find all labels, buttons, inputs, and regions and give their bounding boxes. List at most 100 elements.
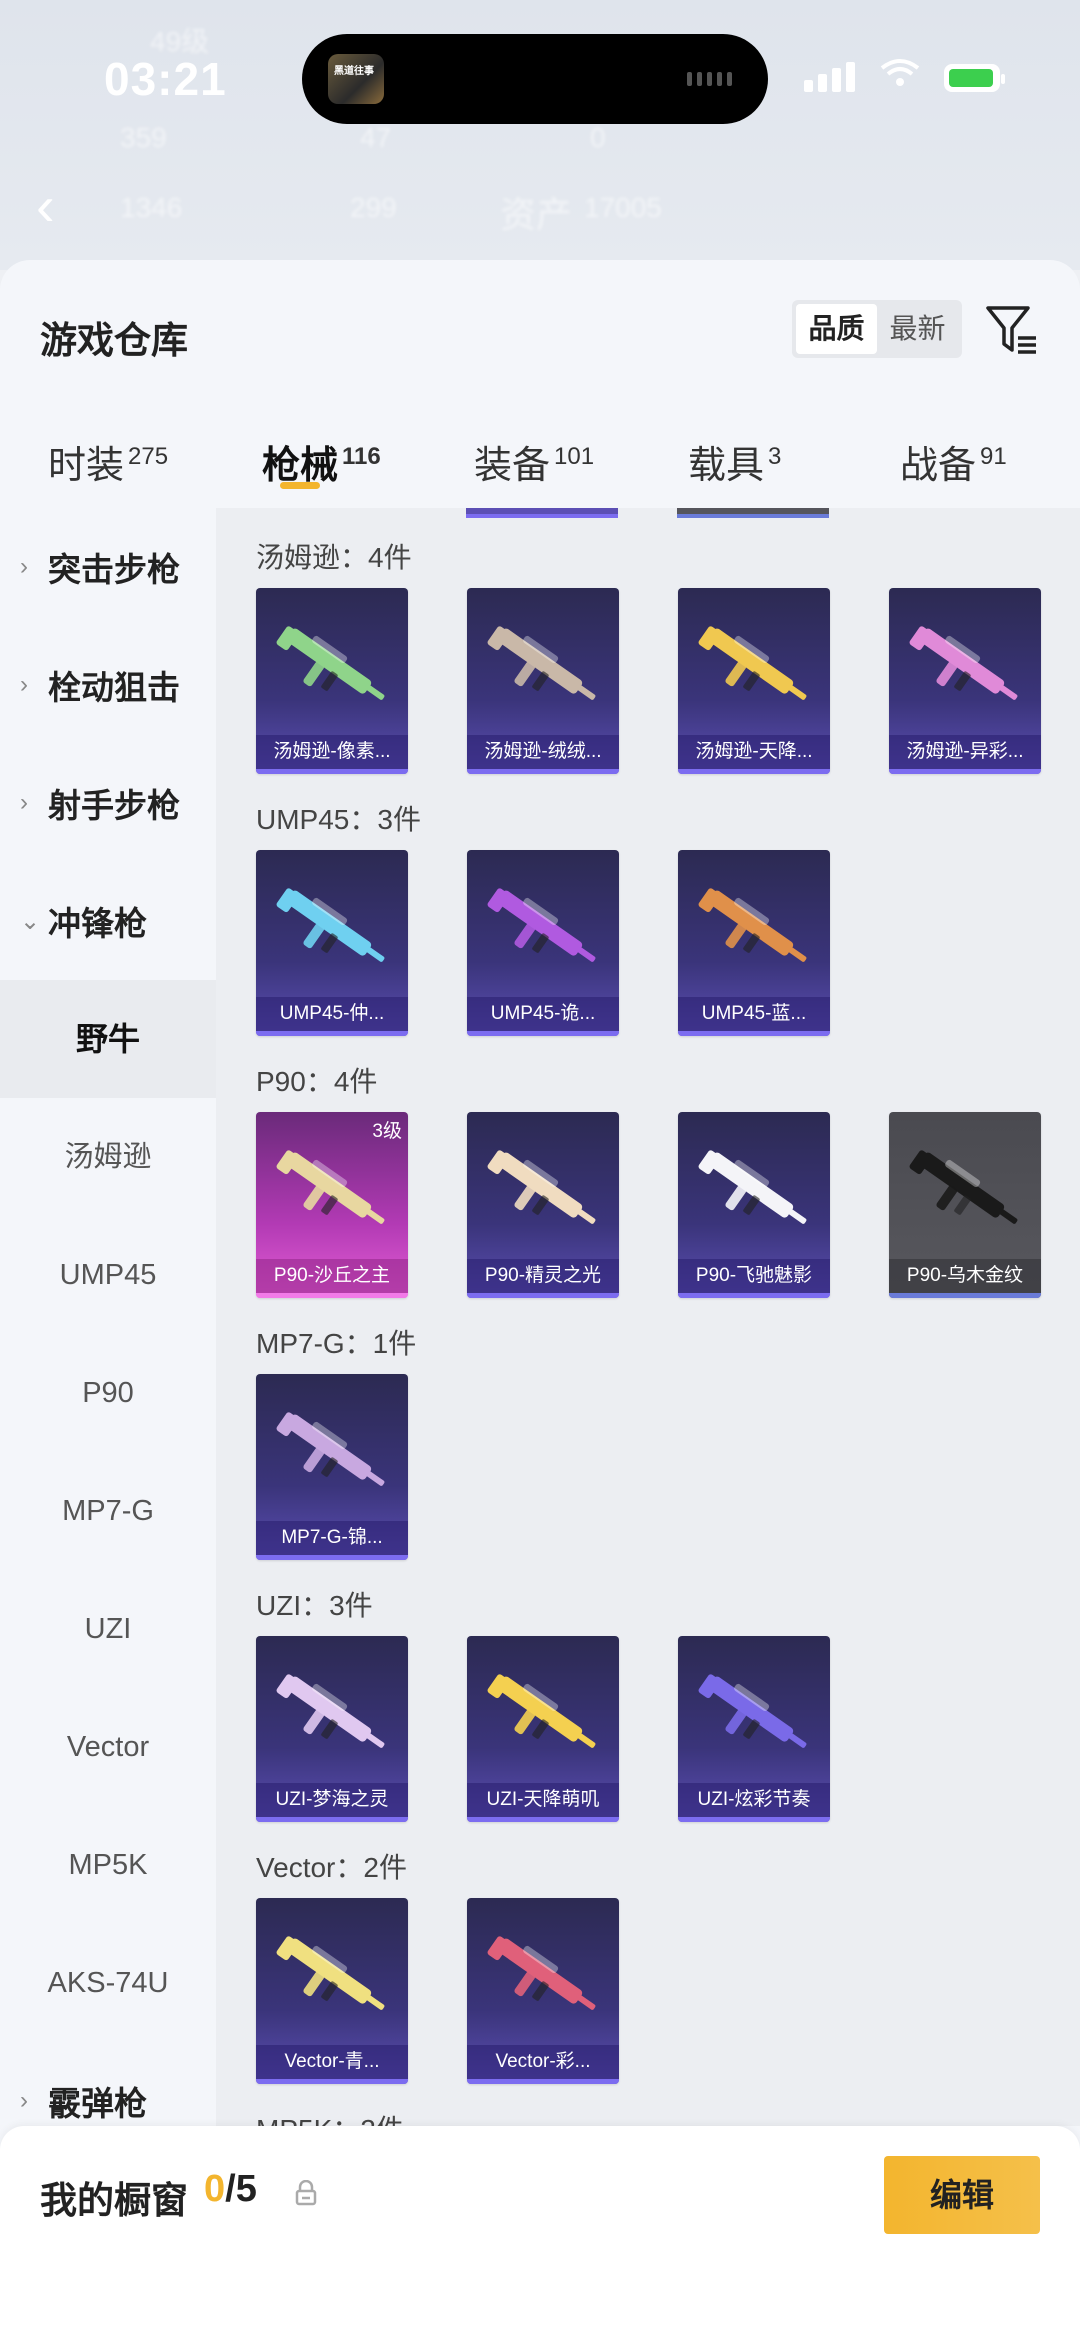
sidebar-item-uzi[interactable]: UZI — [0, 1570, 216, 1688]
tab-firearms[interactable]: 枪械 116 — [262, 434, 381, 489]
sidebar-category-smg[interactable]: ⌄ 冲锋枪 — [0, 862, 216, 980]
back-icon[interactable]: ‹ — [36, 176, 76, 236]
status-time: 03:21 — [104, 53, 227, 105]
profile-stat-e: 299 — [350, 192, 397, 223]
group-title: UMP45：3件 — [256, 804, 421, 835]
partial-card — [466, 508, 618, 518]
sidebar-item-mp7g[interactable]: MP7-G — [0, 1452, 216, 1570]
skin-card-label: Vector-青... — [256, 2045, 408, 2079]
group-title: MP7-G：1件 — [256, 1328, 417, 1359]
skin-card[interactable]: UMP45-诡... — [467, 850, 619, 1036]
skin-card[interactable]: Vector-青... — [256, 1898, 408, 2084]
group-title: MP5K：2件 — [256, 2108, 404, 2126]
battery-icon — [944, 64, 1005, 92]
skin-card[interactable]: 汤姆逊-绒绒... — [467, 588, 619, 774]
skin-card-label: UZI-天降萌叽 — [467, 1783, 619, 1817]
chevron-right-icon: › — [20, 671, 28, 698]
sidebar-category-bolt-sniper[interactable]: › 栓动狙击 — [0, 626, 216, 744]
showcase-label: 我的橱窗 — [40, 2180, 188, 2221]
sidebar-category-marksman-rifle[interactable]: › 射手步枪 — [0, 744, 216, 862]
app-icon: 黑道往事 — [328, 54, 384, 104]
group-title: UZI：3件 — [256, 1590, 373, 1621]
skin-card-label: UZI-梦海之灵 — [256, 1783, 408, 1817]
weapon-skin-icon — [909, 1150, 1018, 1224]
sidebar-item-ump45[interactable]: UMP45 — [0, 1216, 216, 1334]
skin-card-label: P90-飞驰魅影 — [678, 1259, 830, 1293]
tab-fashion[interactable]: 时装 275 — [48, 434, 168, 489]
profile-stat-a: 359 — [120, 122, 167, 153]
skin-card[interactable]: UZI-炫彩节奏 — [678, 1636, 830, 1822]
profile-assets-label: 资产 — [500, 194, 573, 235]
skin-card[interactable]: P90-精灵之光 — [467, 1112, 619, 1298]
sidebar-category-assault-rifle[interactable]: › 突击步枪 — [0, 508, 216, 626]
skin-card[interactable]: 汤姆逊-像素... — [256, 588, 408, 774]
skin-card[interactable]: 汤姆逊-异彩... — [889, 588, 1041, 774]
profile-assets-value: 17005 — [584, 192, 662, 223]
filter-icon[interactable] — [984, 302, 1040, 358]
sort-toggle: 品质 最新 — [792, 300, 962, 358]
weapon-skin-icon — [276, 888, 385, 962]
skin-card-label: UMP45-蓝... — [678, 997, 830, 1031]
signal-icon — [804, 62, 855, 92]
skin-level-badge: 3级 — [372, 1121, 402, 1142]
skin-card[interactable]: UMP45-仲... — [256, 850, 408, 1036]
profile-stat-c: 0 — [590, 122, 606, 153]
weapon-skin-icon — [276, 1674, 385, 1748]
weapon-skin-icon — [487, 1150, 596, 1224]
tab-combat-gear[interactable]: 战备 91 — [900, 434, 1007, 489]
edit-showcase-button[interactable]: 编辑 — [884, 2156, 1040, 2234]
sidebar-category-shotgun[interactable]: › 霰弹枪 — [0, 2042, 216, 2126]
weapon-skin-icon — [698, 1150, 807, 1224]
skin-card-label: P90-乌木金纹 — [889, 1259, 1041, 1293]
skin-card[interactable]: 3级 P90-沙丘之主 — [256, 1112, 408, 1298]
skin-card[interactable]: UMP45-蓝... — [678, 850, 830, 1036]
lock-icon — [295, 2180, 317, 2206]
skin-card[interactable]: UZI-梦海之灵 — [256, 1636, 408, 1822]
sidebar-item-mp5k[interactable]: MP5K — [0, 1806, 216, 1924]
showcase-count: 0/5 — [204, 2168, 257, 2210]
sidebar-item-vector[interactable]: Vector — [0, 1688, 216, 1806]
weapon-skin-grid: 汤姆逊：4件 汤姆逊-像素... 汤姆逊-绒绒... 汤姆逊-天降... 汤姆逊-异彩.… — [216, 508, 1080, 2126]
page-title: 游戏仓库 — [40, 320, 188, 361]
skin-card[interactable]: MP7-G-锦... — [256, 1374, 408, 1560]
skin-card[interactable]: Vector-彩... — [467, 1898, 619, 2084]
skin-card[interactable]: UZI-天降萌叽 — [467, 1636, 619, 1822]
skin-card[interactable]: 汤姆逊-天降... — [678, 588, 830, 774]
tab-vehicles[interactable]: 载具 3 — [688, 434, 781, 489]
weapon-type-sidebar: › 突击步枪 › 栓动狙击 › 射手步枪 ⌄ 冲锋枪 野牛 汤姆逊 UMP45 P90 … — [0, 508, 216, 2126]
weapon-skin-icon — [487, 1936, 596, 2010]
sidebar-item-p90[interactable]: P90 — [0, 1334, 216, 1452]
weapon-skin-icon — [909, 626, 1018, 700]
skin-card-label: UZI-炫彩节奏 — [678, 1783, 830, 1817]
sort-quality-button[interactable]: 品质 — [796, 304, 877, 354]
weapon-skin-icon — [487, 888, 596, 962]
skin-card-label: 汤姆逊-异彩... — [889, 735, 1041, 769]
weapon-skin-icon — [698, 626, 807, 700]
skin-card-label: Vector-彩... — [467, 2045, 619, 2079]
sidebar-item-bizon[interactable]: 野牛 — [0, 980, 216, 1098]
showcase-bar: 我的橱窗 0/5 编辑 — [0, 2126, 1080, 2347]
weapon-skin-icon — [276, 626, 385, 700]
weapon-skin-icon — [276, 1150, 385, 1224]
sidebar-item-thompson[interactable]: 汤姆逊 — [0, 1098, 216, 1216]
skin-card-label: 汤姆逊-像素... — [256, 735, 408, 769]
group-title: Vector：2件 — [256, 1852, 407, 1883]
group-title: P90：4件 — [256, 1066, 378, 1097]
weapon-skin-icon — [487, 1674, 596, 1748]
chevron-right-icon: › — [20, 553, 28, 580]
tab-equipment[interactable]: 装备 101 — [474, 434, 594, 489]
skin-card[interactable]: P90-乌木金纹 — [889, 1112, 1041, 1298]
sidebar-item-aks74u[interactable]: AKS-74U — [0, 1924, 216, 2042]
sort-newest-button[interactable]: 最新 — [877, 304, 958, 354]
weapon-skin-icon — [698, 888, 807, 962]
skin-card[interactable]: P90-飞驰魅影 — [678, 1112, 830, 1298]
partial-card — [677, 508, 829, 518]
profile-stat-b: 47 — [360, 122, 392, 153]
chevron-down-icon: ⌄ — [20, 907, 41, 935]
skin-card-label: P90-精灵之光 — [467, 1259, 619, 1293]
warehouse-sheet: 游戏仓库 品质 最新 时装 275 枪械 116 装备 101 载具 3 战备 91 › 突… — [0, 260, 1080, 2347]
active-tab-indicator — [280, 482, 320, 489]
skin-card-label: 汤姆逊-绒绒... — [467, 735, 619, 769]
skin-card-label: UMP45-诡... — [467, 997, 619, 1031]
wifi-icon — [880, 59, 920, 86]
